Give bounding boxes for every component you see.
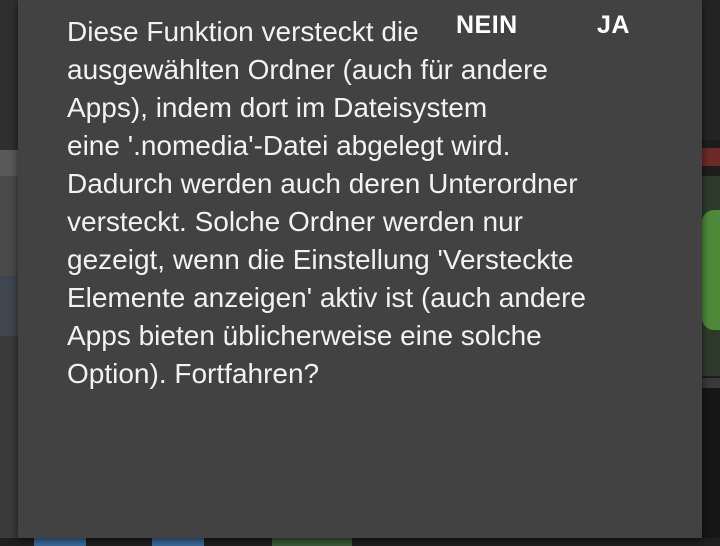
confirmation-dialog: Diese Funktion versteckt die ausgewählte…: [18, 0, 702, 538]
message-line: ausgewählten Ordner (auch für andere: [67, 54, 548, 85]
message-line: Apps bieten üblicherweise eine solche: [67, 320, 542, 351]
message-line: gezeigt, wenn die Einstellung 'Versteckt…: [67, 244, 574, 275]
background-right-edge: [702, 0, 720, 546]
message-line: Apps), indem dort im Dateisystem: [67, 92, 488, 123]
message-line: versteckt. Solche Ordner werden nur: [67, 206, 523, 237]
background-left-edge: [0, 0, 18, 546]
message-line: Elemente anzeigen' aktiv ist (auch ander…: [67, 282, 586, 313]
dialog-message: Diese Funktion versteckt die ausgewählte…: [67, 13, 677, 393]
message-line: Diese Funktion versteckt die: [67, 16, 419, 47]
message-line: eine '.nomedia'-Datei abgelegt wird.: [67, 130, 511, 161]
message-line: Dadurch werden auch deren Unterordner: [67, 168, 578, 199]
yes-button[interactable]: JA: [591, 0, 636, 50]
no-button[interactable]: NEIN: [450, 0, 524, 50]
background-bottom-edge: [0, 538, 720, 546]
message-line: Option). Fortfahren?: [67, 358, 320, 389]
